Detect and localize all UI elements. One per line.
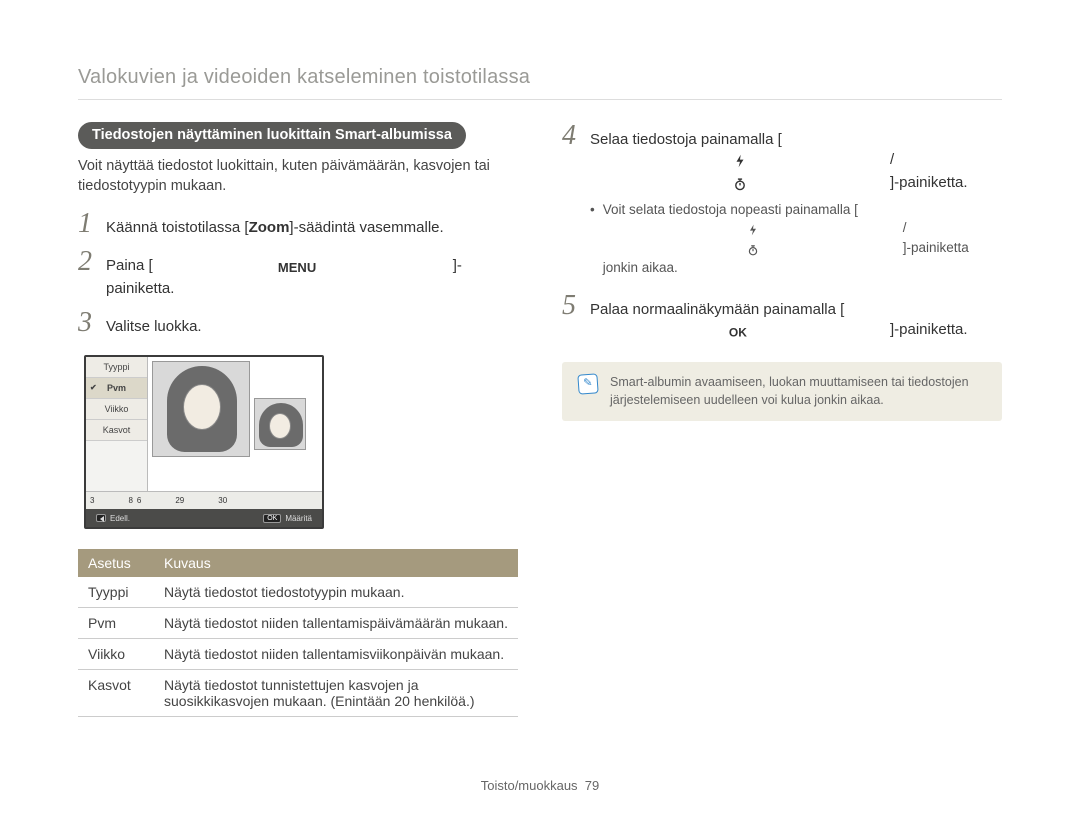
step-text-pre: Palaa normaalinäkymään painamalla [ xyxy=(590,301,844,318)
info-note: ✎ Smart-albumin avaamiseen, luokan muutt… xyxy=(562,362,1002,421)
table-header-setting: Asetus xyxy=(78,549,154,577)
device-category-menu: Tyyppi Pvm Viikko Kasvot xyxy=(86,357,148,491)
timer-icon xyxy=(590,175,890,195)
right-column: 4 Selaa tiedostoja painamalla [/]-painik… xyxy=(562,122,1002,717)
step-5: 5 Palaa normaalinäkymään painamalla [ ]-p… xyxy=(562,292,1002,343)
setting-desc: Näytä tiedostot tunnistettujen kasvojen … xyxy=(154,670,518,717)
table-row: Tyyppi Näytä tiedostot tiedostotyypin mu… xyxy=(78,577,518,608)
step-text: Selaa tiedostoja painamalla [/]-painiket… xyxy=(590,130,1002,195)
device-screenshot: Tyyppi Pvm Viikko Kasvot xyxy=(84,355,324,529)
step-2: 2 Paina []-painiketta. xyxy=(78,248,518,299)
note-text: Smart-albumin avaamiseen, luokan muuttam… xyxy=(610,374,986,409)
device-timeline: 3 8 6 29 30 xyxy=(86,491,322,509)
step-text: Valitse luokka. xyxy=(106,317,202,337)
setting-name: Pvm xyxy=(78,608,154,639)
device-photo-large xyxy=(152,361,250,457)
step-1: 1 Käännä toistotilassa [Zoom]-säädintä v… xyxy=(78,210,518,238)
device-menu-item-selected: Pvm xyxy=(86,378,147,399)
tick: 8 xyxy=(128,496,132,505)
step-text: Palaa normaalinäkymään painamalla [ ]-pai… xyxy=(590,300,1002,343)
step-number: 4 xyxy=(562,122,580,150)
timer-icon xyxy=(603,241,903,259)
zoom-label: Zoom xyxy=(249,219,290,236)
device-menu-item: Viikko xyxy=(86,399,147,420)
page-title: Valokuvien ja videoiden katseleminen toi… xyxy=(78,66,1002,100)
footer-section: Toisto/muokkaus xyxy=(481,778,578,793)
setting-name: Viikko xyxy=(78,639,154,670)
tick: 30 xyxy=(218,496,227,505)
page-footer: Toisto/muokkaus 79 xyxy=(0,778,1080,793)
left-column: Tiedostojen näyttäminen luokittain Smart… xyxy=(78,122,518,717)
table-row: Pvm Näytä tiedostot niiden tallentamispä… xyxy=(78,608,518,639)
device-menu-item: Kasvot xyxy=(86,420,147,441)
tick: 3 xyxy=(90,496,94,505)
step-text-pre: Selaa tiedostoja painamalla [ xyxy=(590,131,782,148)
step-text: Käännä toistotilassa [Zoom]-säädintä vas… xyxy=(106,218,444,238)
tick: 29 xyxy=(175,496,184,505)
setting-desc: Näytä tiedostot tiedostotyypin mukaan. xyxy=(154,577,518,608)
setting-desc: Näytä tiedostot niiden tallentamisviikon… xyxy=(154,639,518,670)
step-number: 3 xyxy=(78,309,96,337)
step-text-post: ]-painiketta. xyxy=(890,174,968,191)
device-photo-small xyxy=(254,398,306,450)
device-set-label: Määritä xyxy=(285,514,312,523)
flash-icon xyxy=(603,221,903,239)
sub-text-pre: Voit selata tiedostoja nopeasti painamal… xyxy=(603,202,858,217)
ok-icon xyxy=(590,322,890,342)
device-set: OK Määritä xyxy=(263,514,312,523)
table-row: Kasvot Näytä tiedostot tunnistettujen ka… xyxy=(78,670,518,717)
note-icon: ✎ xyxy=(577,373,598,394)
table-row: Viikko Näytä tiedostot niiden tallentami… xyxy=(78,639,518,670)
intro-text: Voit näyttää tiedostot luokittain, kuten… xyxy=(78,157,518,196)
table-header-desc: Kuvaus xyxy=(154,549,518,577)
setting-desc: Näytä tiedostot niiden tallentamispäiväm… xyxy=(154,608,518,639)
device-footer: Edell. OK Määritä xyxy=(86,509,322,527)
device-preview xyxy=(148,357,322,491)
step-number: 1 xyxy=(78,210,96,238)
device-menu-item: Tyyppi xyxy=(86,357,147,378)
step-text: Paina []-painiketta. xyxy=(106,256,518,299)
step-4-sub: Voit selata tiedostoja nopeasti painamal… xyxy=(590,201,1002,278)
ok-key-icon: OK xyxy=(263,514,281,523)
back-arrow-icon xyxy=(96,514,106,522)
setting-name: Tyyppi xyxy=(78,577,154,608)
step-text-post: ]-säädintä vasemmalle. xyxy=(289,219,443,236)
step-text-pre: Paina [ xyxy=(106,257,153,274)
setting-name: Kasvot xyxy=(78,670,154,717)
step-text-post: ]-painiketta. xyxy=(890,321,968,338)
step-number: 2 xyxy=(78,248,96,276)
footer-page-number: 79 xyxy=(585,778,599,793)
flash-icon xyxy=(590,152,890,172)
menu-icon xyxy=(153,258,453,278)
device-back-label: Edell. xyxy=(110,514,130,523)
step-text-pre: Käännä toistotilassa [ xyxy=(106,219,249,236)
step-number: 5 xyxy=(562,292,580,320)
section-pill: Tiedostojen näyttäminen luokittain Smart… xyxy=(78,122,466,149)
settings-table: Asetus Kuvaus Tyyppi Näytä tiedostot tie… xyxy=(78,549,518,717)
device-back: Edell. xyxy=(96,514,130,523)
tick: 6 xyxy=(137,496,141,505)
step-3: 3 Valitse luokka. xyxy=(78,309,518,337)
step-4: 4 Selaa tiedostoja painamalla [/]-painik… xyxy=(562,122,1002,195)
